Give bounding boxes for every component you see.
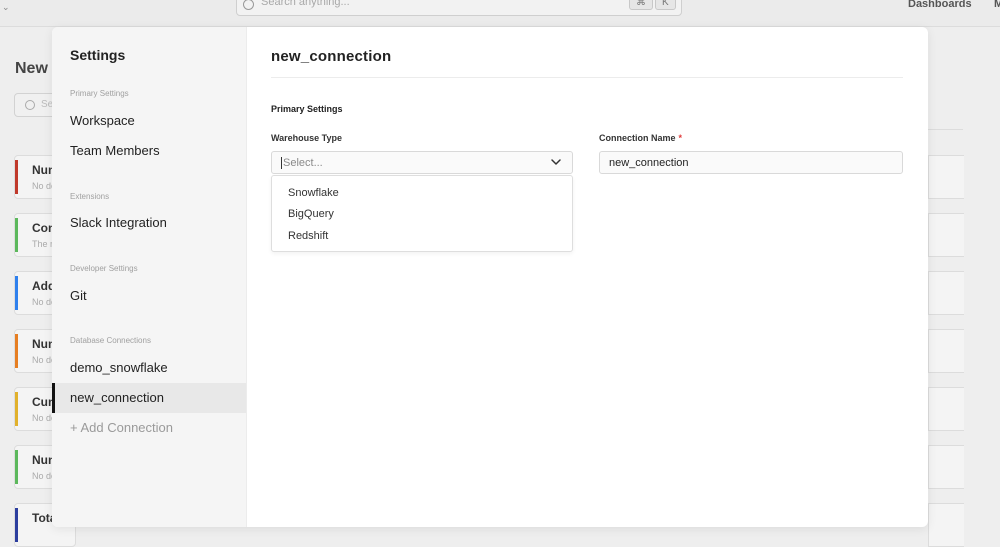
sidebar-item-new-connection[interactable]: new_connection xyxy=(52,383,246,413)
warehouse-type-label: Warehouse Type xyxy=(271,133,343,143)
global-search-placeholder: Search anything... xyxy=(261,0,350,8)
nav-dashboards[interactable]: Dashboards xyxy=(908,0,972,10)
background-card-right xyxy=(928,445,964,489)
background-card-right xyxy=(928,213,964,257)
chevron-down-icon[interactable] xyxy=(549,155,563,169)
card-accent xyxy=(15,334,18,368)
sidebar-item-git[interactable]: Git xyxy=(52,281,246,311)
card-accent xyxy=(15,450,18,484)
card-accent xyxy=(15,508,18,542)
connection-settings-panel: new_connection Primary Settings Warehous… xyxy=(247,27,928,527)
warehouse-type-dropdown: Snowflake BigQuery Redshift xyxy=(271,175,573,252)
warehouse-option-bigquery[interactable]: BigQuery xyxy=(272,204,572,225)
background-card-right xyxy=(928,503,964,547)
search-icon xyxy=(25,100,35,110)
warehouse-type-select[interactable]: Select... xyxy=(271,151,573,174)
connection-name-label: Connection Name * xyxy=(599,133,682,143)
background-card-right xyxy=(928,387,964,431)
card-accent xyxy=(15,392,18,426)
background-card-right xyxy=(928,155,964,199)
section-label-database: Database Connections xyxy=(70,336,151,345)
section-label-primary: Primary Settings xyxy=(70,89,129,98)
section-label-extensions: Extensions xyxy=(70,192,110,201)
shortcut-key-cmd: ⌘ xyxy=(629,0,653,10)
sidebar-item-workspace[interactable]: Workspace xyxy=(52,106,246,136)
connection-name-input[interactable] xyxy=(599,151,903,174)
background-topbar: ⌄ Search anything... ⌘ K Dashboards M xyxy=(0,0,1000,27)
warehouse-option-snowflake[interactable]: Snowflake xyxy=(272,183,572,204)
section-label-developer: Developer Settings xyxy=(70,264,138,273)
card-accent xyxy=(15,160,18,194)
card-accent xyxy=(15,276,18,310)
warehouse-option-redshift[interactable]: Redshift xyxy=(272,226,572,247)
search-icon xyxy=(243,0,254,10)
background-card-right xyxy=(928,329,964,373)
sidebar-item-slack-integration[interactable]: Slack Integration xyxy=(52,208,246,238)
settings-sidebar: Settings Primary Settings Workspace Team… xyxy=(52,27,247,527)
card-accent xyxy=(15,218,18,252)
sidebar-item-demo-snowflake[interactable]: demo_snowflake xyxy=(52,353,246,383)
chevron-down-icon[interactable]: ⌄ xyxy=(2,2,10,13)
add-connection-button[interactable]: + Add Connection xyxy=(52,413,246,443)
connection-name-label-text: Connection Name xyxy=(599,133,676,143)
warehouse-type-placeholder: Select... xyxy=(283,157,323,169)
shortcut-key-k: K xyxy=(655,0,676,10)
sidebar-item-team-members[interactable]: Team Members xyxy=(52,136,246,166)
page-title: new_connection xyxy=(271,48,392,65)
background-card-right xyxy=(928,271,964,315)
background-divider xyxy=(928,129,963,130)
title-divider xyxy=(271,77,903,78)
text-cursor xyxy=(281,157,282,169)
settings-title: Settings xyxy=(70,47,126,63)
section-heading: Primary Settings xyxy=(271,104,343,114)
required-marker: * xyxy=(678,133,683,143)
nav-partial[interactable]: M xyxy=(994,0,1000,10)
global-search[interactable]: Search anything... ⌘ K xyxy=(236,0,682,16)
settings-modal: Settings Primary Settings Workspace Team… xyxy=(52,27,928,527)
